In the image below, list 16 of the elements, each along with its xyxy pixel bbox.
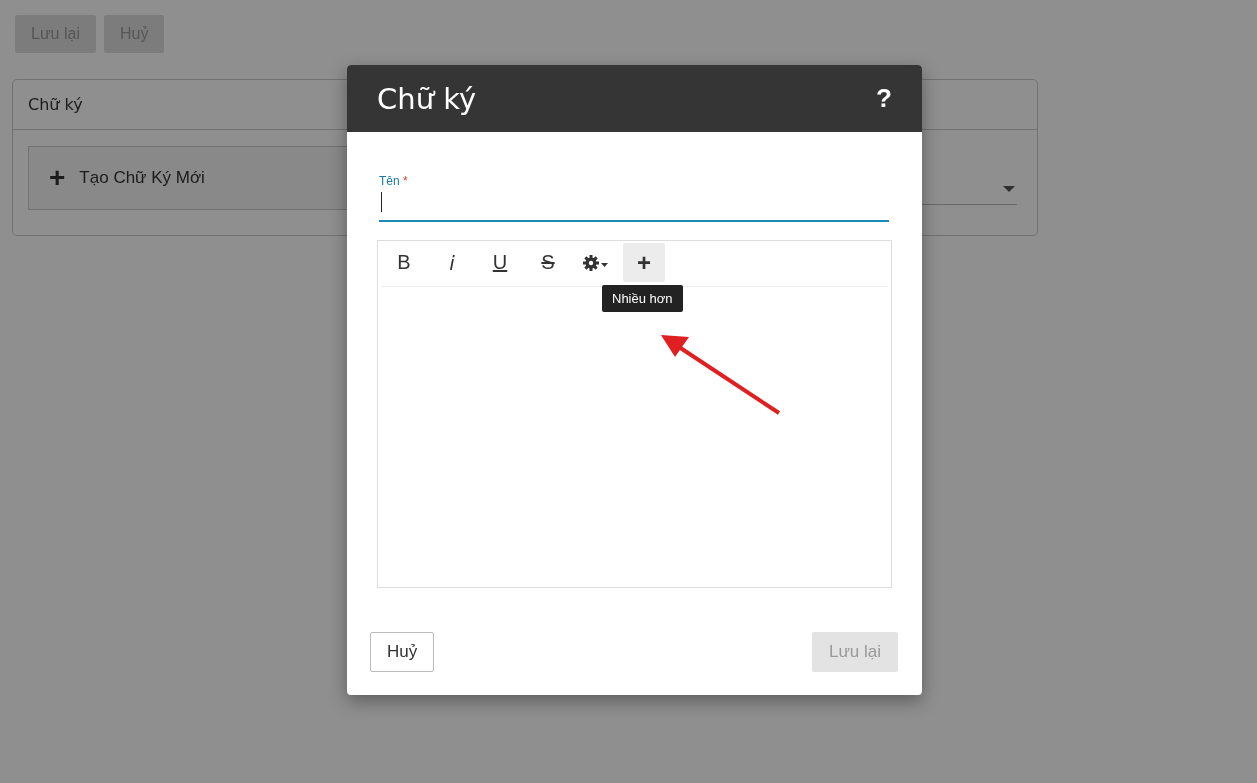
field-label: Tên — [379, 174, 400, 188]
editor[interactable]: B i U S + Nhiều hơn — [377, 240, 892, 588]
card-title: Chữ ký — [28, 95, 83, 114]
format-button[interactable]: S — [527, 243, 569, 282]
help-button[interactable]: ? — [876, 83, 892, 114]
format-button[interactable]: i — [431, 243, 473, 282]
format-button[interactable]: U — [479, 243, 521, 282]
name-field[interactable]: Tên * — [379, 174, 889, 222]
format-button[interactable]: B — [383, 243, 425, 282]
caret-icon — [1003, 186, 1015, 192]
format-button[interactable]: + — [623, 243, 665, 282]
tooltip: Nhiều hơn — [602, 285, 683, 312]
dialog-title: Chữ ký — [377, 81, 477, 116]
gear-icon — [582, 253, 610, 272]
required-mark: * — [403, 174, 408, 188]
dialog-button[interactable]: Huỷ — [370, 632, 435, 672]
